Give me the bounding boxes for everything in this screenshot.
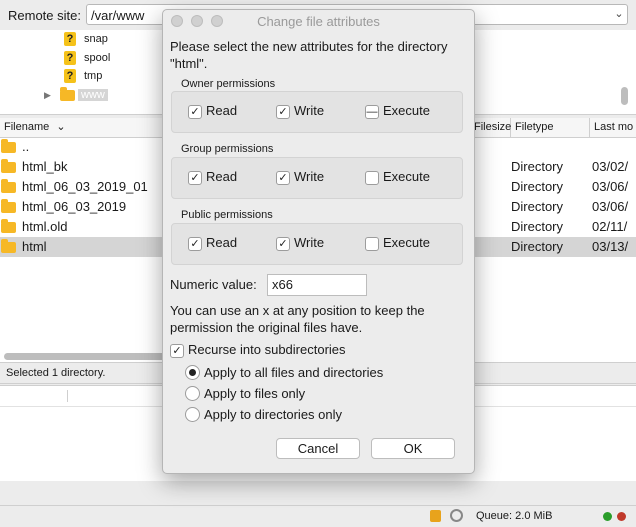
unknown-folder-icon: ?	[64, 51, 76, 66]
folder-icon	[1, 159, 16, 173]
group-read-checkbox[interactable]: ✓	[188, 171, 202, 185]
tree-item-spool[interactable]: ? spool	[64, 49, 110, 67]
apply-directories-radio[interactable]	[185, 407, 200, 422]
tree-item-snap[interactable]: ? snap	[64, 30, 108, 48]
group-permissions-label: Group permissions	[181, 143, 274, 155]
dialog-title: Change file attributes	[257, 14, 380, 29]
numeric-value-input[interactable]: x66	[267, 274, 367, 296]
folder-icon	[1, 219, 16, 233]
public-write-label: Write	[294, 235, 325, 250]
public-execute-label: Execute	[383, 235, 430, 250]
group-read-label: Read	[206, 169, 238, 184]
expand-arrow-icon[interactable]: ▶	[44, 90, 51, 100]
folder-icon	[1, 199, 16, 213]
apply-files-label: Apply to files only	[204, 386, 306, 401]
tree-scrollbar[interactable]	[621, 87, 628, 105]
column-last-modified[interactable]: Last mo	[590, 118, 636, 137]
owner-read-checkbox[interactable]: ✓	[188, 105, 202, 119]
unknown-folder-icon: ?	[64, 69, 76, 84]
public-permissions-group: ✓ Read ✓ Write Execute	[171, 223, 463, 265]
folder-icon	[1, 139, 16, 153]
file-list-horizontal-scrollbar[interactable]	[4, 353, 174, 360]
cancel-button[interactable]: Cancel	[276, 438, 360, 459]
unknown-folder-icon: ?	[64, 32, 76, 47]
send-indicator-icon	[603, 512, 612, 521]
public-read-label: Read	[206, 235, 238, 250]
public-execute-checkbox[interactable]	[365, 237, 379, 251]
owner-read-label: Read	[206, 103, 238, 118]
public-permissions-label: Public permissions	[181, 209, 273, 221]
owner-execute-checkbox[interactable]: —	[365, 105, 379, 119]
tree-item-www[interactable]: ▶ www	[44, 86, 108, 104]
folder-icon	[1, 239, 16, 253]
queue-size: Queue: 2.0 MiB	[476, 510, 553, 522]
column-filetype[interactable]: Filetype	[511, 118, 590, 137]
change-file-attributes-dialog: Change file attributes Please select the…	[162, 9, 475, 474]
remote-site-label: Remote site:	[8, 8, 81, 23]
speed-limit-icon[interactable]	[450, 509, 463, 522]
owner-execute-label: Execute	[383, 103, 430, 118]
sort-chevron-icon: ⌄	[56, 121, 66, 133]
column-divider	[67, 390, 68, 402]
group-write-checkbox[interactable]: ✓	[276, 171, 290, 185]
apply-all-radio[interactable]	[185, 365, 200, 380]
ok-button[interactable]: OK	[371, 438, 455, 459]
tree-item-tmp[interactable]: ? tmp	[64, 67, 102, 85]
dialog-intro: Please select the new attributes for the…	[170, 39, 448, 71]
group-execute-checkbox[interactable]	[365, 171, 379, 185]
chevron-down-icon[interactable]: ⌄	[610, 5, 628, 24]
public-write-checkbox[interactable]: ✓	[276, 237, 290, 251]
owner-permissions-label: Owner permissions	[181, 78, 276, 90]
apply-files-radio[interactable]	[185, 386, 200, 401]
group-write-label: Write	[294, 169, 325, 184]
numeric-help-text: You can use an x at any position to keep…	[170, 303, 425, 335]
dialog-titlebar: Change file attributes	[163, 10, 474, 32]
owner-permissions-group: ✓ Read ✓ Write — Execute	[171, 91, 463, 133]
recurse-checkbox[interactable]: ✓	[170, 344, 184, 358]
public-read-checkbox[interactable]: ✓	[188, 237, 202, 251]
numeric-value-label: Numeric value:	[170, 277, 257, 292]
group-permissions-group: ✓ Read ✓ Write Execute	[171, 157, 463, 199]
column-filesize[interactable]: Filesize	[470, 118, 511, 137]
owner-write-checkbox[interactable]: ✓	[276, 105, 290, 119]
owner-write-label: Write	[294, 103, 325, 118]
recurse-label: Recurse into subdirectories	[188, 342, 346, 357]
group-execute-label: Execute	[383, 169, 430, 184]
receive-indicator-icon	[617, 512, 626, 521]
apply-all-label: Apply to all files and directories	[204, 365, 384, 380]
lock-icon	[430, 510, 441, 522]
folder-icon	[1, 179, 16, 193]
folder-icon	[59, 86, 75, 101]
apply-directories-label: Apply to directories only	[204, 407, 343, 422]
bottom-status-bar: Queue: 2.0 MiB	[0, 505, 636, 527]
